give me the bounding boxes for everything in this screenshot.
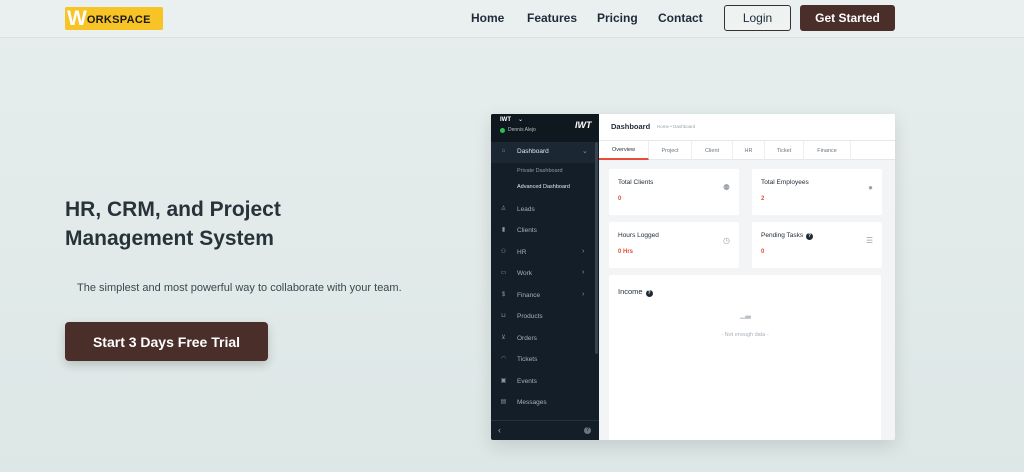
card-value: 2 [761, 196, 765, 202]
sidebar-item-clients[interactable]: ▮ Clients [491, 221, 595, 242]
dashboard-preview: IWT ⌄ Dennis Alejo IWT ⌂ Dashboard ⌄ Pri… [491, 114, 895, 440]
income-card: Income ? ▁▃ - Not enough data - [609, 275, 881, 440]
iwt-logo: IWT [575, 120, 592, 130]
list-icon: ☰ [865, 236, 873, 245]
tab-finance[interactable]: Finance [804, 141, 851, 160]
chevron-down-icon: ⌄ [582, 148, 588, 155]
briefcase-icon: ▭ [500, 270, 507, 276]
card-title: Pending Tasks ? [761, 232, 813, 240]
sidebar-item-hr[interactable]: ⚇ HR › [491, 243, 595, 264]
total-employees-card: Total Employees 2 ● [752, 169, 882, 215]
nav-features-link[interactable]: Features [527, 11, 577, 25]
sidebar-item-work[interactable]: ▭ Work › [491, 264, 595, 285]
card-title: Income ? [618, 287, 653, 297]
card-value: 0 [761, 249, 765, 255]
sidebar-footer: ‹ ? [491, 420, 599, 440]
user-name: Dennis Alejo [508, 127, 536, 133]
tab-ticket[interactable]: Ticket [765, 141, 804, 160]
hero-title: HR, CRM, and Project Management System [65, 198, 281, 250]
sidebar-item-label: Products [517, 313, 543, 320]
nav-home-link[interactable]: Home [471, 11, 504, 25]
collapse-chevron-icon[interactable]: ‹ [498, 425, 501, 435]
card-title: Hours Logged [618, 232, 659, 239]
tab-client[interactable]: Client [692, 141, 733, 160]
nav-contact-link[interactable]: Contact [658, 11, 703, 25]
sidebar-item-label: Events [517, 378, 537, 385]
sidebar-item-label: Finance [517, 292, 541, 299]
person-icon: ● [868, 183, 873, 192]
sidebar-item-label: Orders [517, 335, 537, 342]
card-value: 0 [618, 196, 622, 202]
clock-icon: ◷ [723, 236, 730, 245]
chevron-right-icon: › [582, 248, 585, 255]
sidebar-item-finance[interactable]: $ Finance › [491, 286, 595, 307]
online-status-icon [500, 128, 505, 133]
card-value: 0 Hrs [618, 249, 634, 255]
dollar-icon: $ [501, 292, 506, 298]
message-icon: ▤ [500, 399, 507, 405]
sidebar-item-dashboard[interactable]: ⌂ Dashboard ⌄ [491, 142, 595, 163]
logo-text: ORKSPACE [86, 13, 151, 26]
bar-chart-icon: ▮ [501, 227, 506, 233]
page-title: Dashboard [611, 122, 651, 131]
get-started-button[interactable]: Get Started [800, 5, 895, 31]
chevron-right-icon: › [582, 269, 585, 276]
sidebar-item-leads[interactable]: ♙ Leads [491, 200, 595, 221]
headset-icon: ◠ [500, 356, 507, 362]
sidebar-item-messages[interactable]: ▤ Messages [491, 393, 595, 414]
sidebar-item-events[interactable]: ▣ Events [491, 372, 595, 393]
home-icon: ⌂ [501, 148, 506, 154]
card-title: Total Employees [761, 179, 809, 186]
tab-project[interactable]: Project [649, 141, 692, 160]
sidebar-item-label: Messages [517, 399, 547, 406]
sidebar-item-label: Tickets [517, 356, 538, 363]
hours-logged-card: Hours Logged 0 Hrs ◷ [609, 222, 739, 268]
help-icon[interactable]: ? [645, 290, 653, 297]
sidebar-item-label: HR [517, 249, 527, 256]
cart-icon: ⊻ [501, 335, 506, 341]
breadcrumb: Home • Dashboard [657, 124, 696, 129]
login-button[interactable]: Login [724, 5, 791, 31]
org-name: IWT [500, 117, 511, 123]
people-icon: ⚇ [500, 249, 507, 255]
tab-overview[interactable]: Overview [599, 141, 649, 160]
free-trial-button[interactable]: Start 3 Days Free Trial [65, 322, 268, 361]
total-clients-card: Total Clients 0 ⚉ [609, 169, 739, 215]
sidebar-item-label: Work [517, 270, 533, 277]
nav-pricing-link[interactable]: Pricing [597, 11, 638, 25]
bar-chart-icon: ▁▃ [740, 312, 751, 319]
pending-tasks-card: Pending Tasks ? 0 ☰ [752, 222, 882, 268]
sidebar-item-orders[interactable]: ⊻ Orders [491, 329, 595, 350]
sidebar-item-label: Leads [517, 206, 535, 213]
income-title-text: Income [618, 287, 643, 296]
chevron-down-icon: ⌄ [518, 117, 524, 123]
workspace-logo[interactable]: W ORKSPACE [65, 7, 163, 30]
sidebar-subitem-private-dashboard[interactable]: Private Dashboard [517, 168, 563, 174]
users-icon: ⚉ [722, 183, 730, 192]
logo-letter: W [67, 7, 87, 30]
card-title: Total Clients [618, 179, 654, 186]
dashboard-tabs: Overview Project Client HR Ticket Financ… [599, 141, 895, 160]
chevron-right-icon: › [582, 291, 585, 298]
sidebar-item-tickets[interactable]: ◠ Tickets [491, 350, 595, 371]
dashboard-header: Dashboard Home • Dashboard [599, 114, 895, 141]
top-navbar: W ORKSPACE Home Features Pricing Contact… [0, 0, 1024, 38]
sidebar-scrollbar[interactable] [595, 142, 598, 354]
sidebar-item-label: Clients [517, 227, 537, 234]
sidebar-header: IWT ⌄ Dennis Alejo IWT [491, 114, 599, 142]
calendar-icon: ▣ [500, 378, 507, 384]
help-icon[interactable]: ? [584, 427, 591, 434]
card-title-text: Pending Tasks [761, 232, 804, 239]
tab-hr[interactable]: HR [733, 141, 765, 160]
help-icon[interactable]: ? [805, 233, 813, 240]
dashboard-sidebar: IWT ⌄ Dennis Alejo IWT ⌂ Dashboard ⌄ Pri… [491, 114, 599, 440]
sidebar-item-label: Dashboard [517, 148, 549, 155]
user-icon: ♙ [500, 206, 507, 212]
hero-subtitle: The simplest and most powerful way to co… [77, 282, 402, 294]
sidebar-subitem-advanced-dashboard[interactable]: Advanced Dashboard [517, 184, 570, 190]
empty-state-text: - Not enough data - [721, 332, 769, 338]
sidebar-item-products[interactable]: ⊔ Products [491, 307, 595, 328]
basket-icon: ⊔ [501, 313, 506, 319]
